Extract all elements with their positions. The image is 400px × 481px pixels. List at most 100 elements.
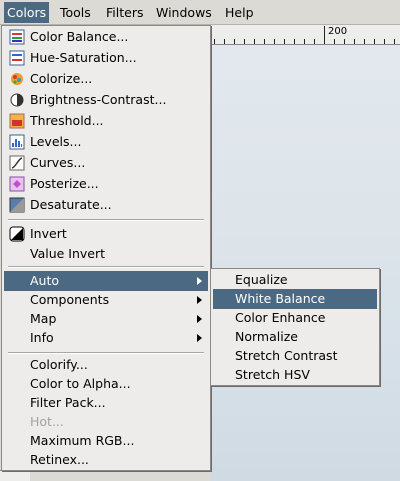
menu-item-levels[interactable]: Levels... bbox=[4, 132, 208, 152]
menu-item-label: Levels... bbox=[30, 134, 82, 149]
menu-item-label: Hot... bbox=[30, 414, 64, 429]
menu-item-equalize[interactable]: Equalize bbox=[213, 270, 377, 290]
auto-submenu: Equalize White Balance Color Enhance Nor… bbox=[210, 268, 380, 386]
menu-item-label: Brightness-Contrast... bbox=[30, 92, 167, 107]
desaturate-icon bbox=[9, 197, 25, 213]
invert-icon bbox=[9, 226, 25, 242]
menu-item-label: Hue-Saturation... bbox=[30, 50, 137, 65]
colors-menu: Color Balance... Hue-Saturation... Color… bbox=[1, 25, 211, 471]
menu-item-label: Color to Alpha... bbox=[30, 376, 131, 391]
menu-item-color-enhance[interactable]: Color Enhance bbox=[213, 308, 377, 328]
submenu-arrow-icon bbox=[197, 315, 202, 323]
menu-item-label: Posterize... bbox=[30, 176, 99, 191]
menu-colors[interactable]: Colors bbox=[4, 2, 50, 23]
menu-separator bbox=[8, 219, 204, 221]
menu-item-label: Info bbox=[30, 330, 54, 345]
menu-item-label: Curves... bbox=[30, 155, 86, 170]
menu-item-label: White Balance bbox=[235, 291, 326, 306]
ruler-tick bbox=[394, 39, 395, 44]
submenu-arrow-icon bbox=[197, 277, 202, 285]
ruler-tick bbox=[314, 39, 315, 44]
menu-item-curves[interactable]: Curves... bbox=[4, 153, 208, 173]
vertical-ruler bbox=[0, 470, 30, 481]
menu-item-label: Stretch Contrast bbox=[235, 348, 338, 363]
colorize-icon bbox=[9, 71, 25, 87]
menu-item-value-invert[interactable]: Value Invert bbox=[4, 244, 208, 264]
ruler-tick bbox=[364, 39, 365, 44]
ruler-tick bbox=[234, 39, 235, 44]
menu-item-components[interactable]: Components bbox=[4, 290, 208, 310]
menu-item-label: Auto bbox=[30, 273, 60, 288]
menu-item-label: Stretch HSV bbox=[235, 367, 310, 382]
menu-tools[interactable]: Tools bbox=[57, 2, 94, 23]
menu-item-info[interactable]: Info bbox=[4, 328, 208, 348]
menu-item-label: Color Balance... bbox=[30, 29, 129, 44]
menu-item-brightness-contrast[interactable]: Brightness-Contrast... bbox=[4, 90, 208, 110]
menu-bar: Colors Tools Filters Windows Help bbox=[0, 0, 400, 25]
menu-item-label: Colorize... bbox=[30, 71, 93, 86]
menu-item-retinex[interactable]: Retinex... bbox=[4, 450, 208, 470]
menu-item-stretch-hsv[interactable]: Stretch HSV bbox=[213, 365, 377, 385]
ruler-tick bbox=[304, 39, 305, 44]
ruler-label: 200 bbox=[328, 26, 348, 37]
menu-item-stretch-contrast[interactable]: Stretch Contrast bbox=[213, 346, 377, 366]
menu-item-invert[interactable]: Invert bbox=[4, 224, 208, 244]
menu-item-color-to-alpha[interactable]: Color to Alpha... bbox=[4, 374, 208, 394]
menu-item-filter-pack[interactable]: Filter Pack... bbox=[4, 393, 208, 413]
menu-item-colorize[interactable]: Colorize... bbox=[4, 69, 208, 89]
menu-item-label: Desaturate... bbox=[30, 197, 112, 212]
menu-item-posterize[interactable]: Posterize... bbox=[4, 174, 208, 194]
menu-item-map[interactable]: Map bbox=[4, 309, 208, 329]
ruler-tick bbox=[284, 39, 285, 44]
ruler-tick bbox=[324, 26, 325, 44]
ruler-tick bbox=[244, 39, 245, 44]
menu-item-label: Components bbox=[30, 292, 110, 307]
ruler-tick bbox=[384, 39, 385, 44]
ruler-tick bbox=[344, 39, 345, 44]
menu-item-white-balance[interactable]: White Balance bbox=[213, 289, 377, 309]
ruler-tick bbox=[294, 39, 295, 44]
threshold-icon bbox=[9, 113, 25, 129]
brightness-contrast-icon bbox=[9, 92, 25, 108]
menu-item-label: Equalize bbox=[235, 272, 288, 287]
ruler-tick bbox=[254, 39, 255, 44]
menu-item-label: Normalize bbox=[235, 329, 298, 344]
color-balance-icon bbox=[9, 29, 25, 45]
menu-filters[interactable]: Filters bbox=[103, 2, 146, 23]
submenu-arrow-icon bbox=[197, 296, 202, 304]
ruler-tick bbox=[214, 39, 215, 44]
menu-item-label: Colorify... bbox=[30, 357, 88, 372]
menu-item-hot: Hot... bbox=[4, 412, 208, 432]
ruler-tick bbox=[374, 39, 375, 44]
hue-saturation-icon bbox=[9, 50, 25, 66]
posterize-icon bbox=[9, 176, 25, 192]
menu-item-label: Retinex... bbox=[30, 452, 89, 467]
image-canvas[interactable] bbox=[210, 25, 400, 481]
ruler-tick bbox=[274, 39, 275, 44]
curves-icon bbox=[9, 155, 25, 171]
submenu-arrow-icon bbox=[197, 334, 202, 342]
menu-item-normalize[interactable]: Normalize bbox=[213, 327, 377, 347]
menu-item-maximum-rgb[interactable]: Maximum RGB... bbox=[4, 431, 208, 451]
menu-item-label: Color Enhance bbox=[235, 310, 326, 325]
menu-item-label: Maximum RGB... bbox=[30, 433, 135, 448]
menu-item-hue-saturation[interactable]: Hue-Saturation... bbox=[4, 48, 208, 68]
menu-item-desaturate[interactable]: Desaturate... bbox=[4, 195, 208, 215]
menu-item-colorify[interactable]: Colorify... bbox=[4, 355, 208, 375]
menu-item-auto[interactable]: Auto bbox=[4, 271, 208, 291]
menu-help[interactable]: Help bbox=[222, 2, 257, 23]
menu-item-threshold[interactable]: Threshold... bbox=[4, 111, 208, 131]
menu-item-label: Filter Pack... bbox=[30, 395, 106, 410]
menu-windows[interactable]: Windows bbox=[153, 2, 215, 23]
levels-icon bbox=[9, 134, 25, 150]
menu-item-label: Threshold... bbox=[30, 113, 104, 128]
ruler-tick bbox=[334, 39, 335, 44]
menu-separator bbox=[8, 352, 204, 354]
horizontal-ruler: 200 bbox=[210, 25, 400, 45]
menu-item-label: Invert bbox=[30, 226, 67, 241]
ruler-tick bbox=[354, 39, 355, 44]
menu-item-color-balance[interactable]: Color Balance... bbox=[4, 27, 208, 47]
ruler-tick bbox=[224, 39, 225, 44]
menu-item-label: Map bbox=[30, 311, 57, 326]
ruler-tick bbox=[264, 39, 265, 44]
